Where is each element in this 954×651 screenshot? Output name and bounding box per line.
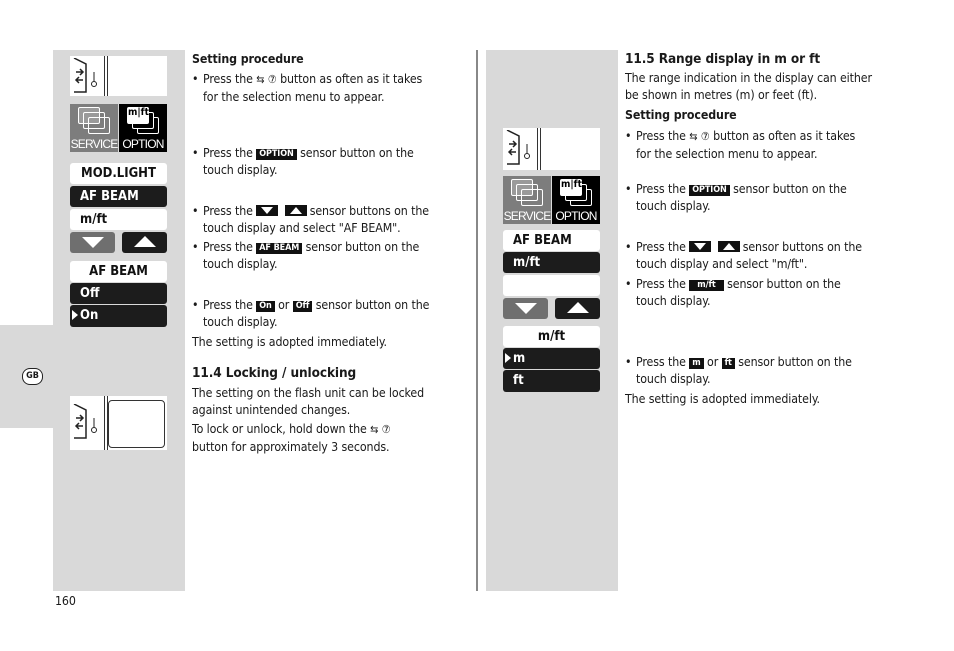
menu-item-mft[interactable]: m/ft: [503, 252, 600, 273]
column-divider: [476, 50, 478, 591]
step-1: Press the ⇆ ⑦ button as often as it take…: [192, 71, 422, 105]
mft-icon: m|ft: [560, 179, 592, 206]
lock-display-icon: [73, 404, 97, 439]
step-4: Press the m/ft sensor button on thetouch…: [625, 276, 841, 309]
locking-instructions: To lock or unlock, hold down the ⇆ ⑦ butt…: [192, 422, 391, 454]
step-3: Press the sensor buttons on thetouch dis…: [625, 239, 862, 272]
lock-display-icon: [506, 130, 530, 165]
option-off[interactable]: Off: [70, 283, 167, 304]
selected-pointer-icon: [505, 353, 511, 363]
option-on[interactable]: On: [70, 305, 167, 327]
option-m[interactable]: m: [503, 348, 600, 369]
down-arrow-icon: [256, 205, 279, 216]
swap-icon: ⇆: [689, 130, 698, 143]
mode-selector: SERVICE m|ft OPTION: [70, 104, 167, 152]
step-5: Press the On or Off sensor button on the…: [192, 297, 429, 330]
adopted-note: The setting is adopted immediately.: [192, 335, 387, 349]
menu-item-mod-light[interactable]: MOD.LIGHT: [70, 163, 167, 184]
step-2: Press the OPTION sensor button on thetou…: [192, 145, 414, 178]
number-7-icon: ⑦: [267, 73, 277, 86]
down-arrow-button[interactable]: [503, 298, 548, 319]
up-arrow-icon: [284, 205, 307, 216]
down-arrow-button[interactable]: [70, 232, 115, 253]
service-button[interactable]: SERVICE: [70, 104, 118, 152]
setting-procedure-heading: Setting procedure: [192, 52, 304, 66]
wrench-icon: [511, 179, 543, 206]
mode-selector: SERVICE m|ft OPTION: [503, 176, 600, 224]
flash-display-locked: [70, 396, 167, 450]
manual-page: GB SERVICE m|ft OPTION MOD.LIGHT AF BEAM …: [0, 0, 954, 651]
locking-text: The setting on the flash unit can be loc…: [192, 386, 425, 417]
swap-icon: ⇆: [256, 73, 265, 86]
menu-item-af-beam[interactable]: AF BEAM: [70, 186, 167, 207]
language-badge: GB: [22, 368, 43, 385]
step-1: Press the ⇆ ⑦ button as often as it take…: [625, 128, 855, 162]
service-button[interactable]: SERVICE: [503, 176, 551, 224]
flash-display-icon: [503, 128, 600, 170]
step-5: Press the m or ft sensor button on theto…: [625, 354, 852, 387]
lock-display-icon: [73, 58, 97, 93]
option-button[interactable]: m|ft OPTION: [119, 104, 167, 152]
swap-icon: ⇆: [370, 423, 379, 436]
wrench-icon: [78, 107, 110, 134]
adopted-note: The setting is adopted immediately.: [625, 392, 820, 406]
menu-item-af-beam[interactable]: AF BEAM: [503, 230, 600, 251]
up-arrow-button[interactable]: [122, 232, 167, 253]
submenu-title: AF BEAM: [70, 261, 167, 282]
locking-heading: 11.4 Locking / unlocking: [192, 365, 357, 381]
step-3: Press the sensor buttons on thetouch dis…: [192, 203, 429, 236]
number-7-icon: ⑦: [700, 130, 710, 143]
up-arrow-button[interactable]: [555, 298, 600, 319]
step-2: Press the OPTION sensor button on thetou…: [625, 181, 847, 214]
flash-display-icon: [70, 56, 167, 96]
range-intro: The range indication in the display can …: [625, 71, 872, 102]
page-number: 160: [55, 594, 76, 608]
setting-procedure-heading: Setting procedure: [625, 108, 737, 122]
number-7-icon: ⑦: [381, 423, 391, 436]
menu-item-empty: [503, 275, 600, 296]
up-arrow-icon: [717, 241, 740, 252]
option-ft[interactable]: ft: [503, 370, 600, 392]
submenu-title: m/ft: [503, 326, 600, 347]
selected-pointer-icon: [72, 310, 78, 320]
option-button[interactable]: m|ft OPTION: [552, 176, 600, 224]
down-arrow-icon: [689, 241, 712, 252]
mft-icon: m|ft: [127, 107, 159, 134]
step-4: Press the AF BEAM sensor button on theto…: [192, 239, 419, 272]
range-heading: 11.5 Range display in m or ft: [625, 51, 821, 67]
menu-item-mft[interactable]: m/ft: [70, 209, 167, 230]
